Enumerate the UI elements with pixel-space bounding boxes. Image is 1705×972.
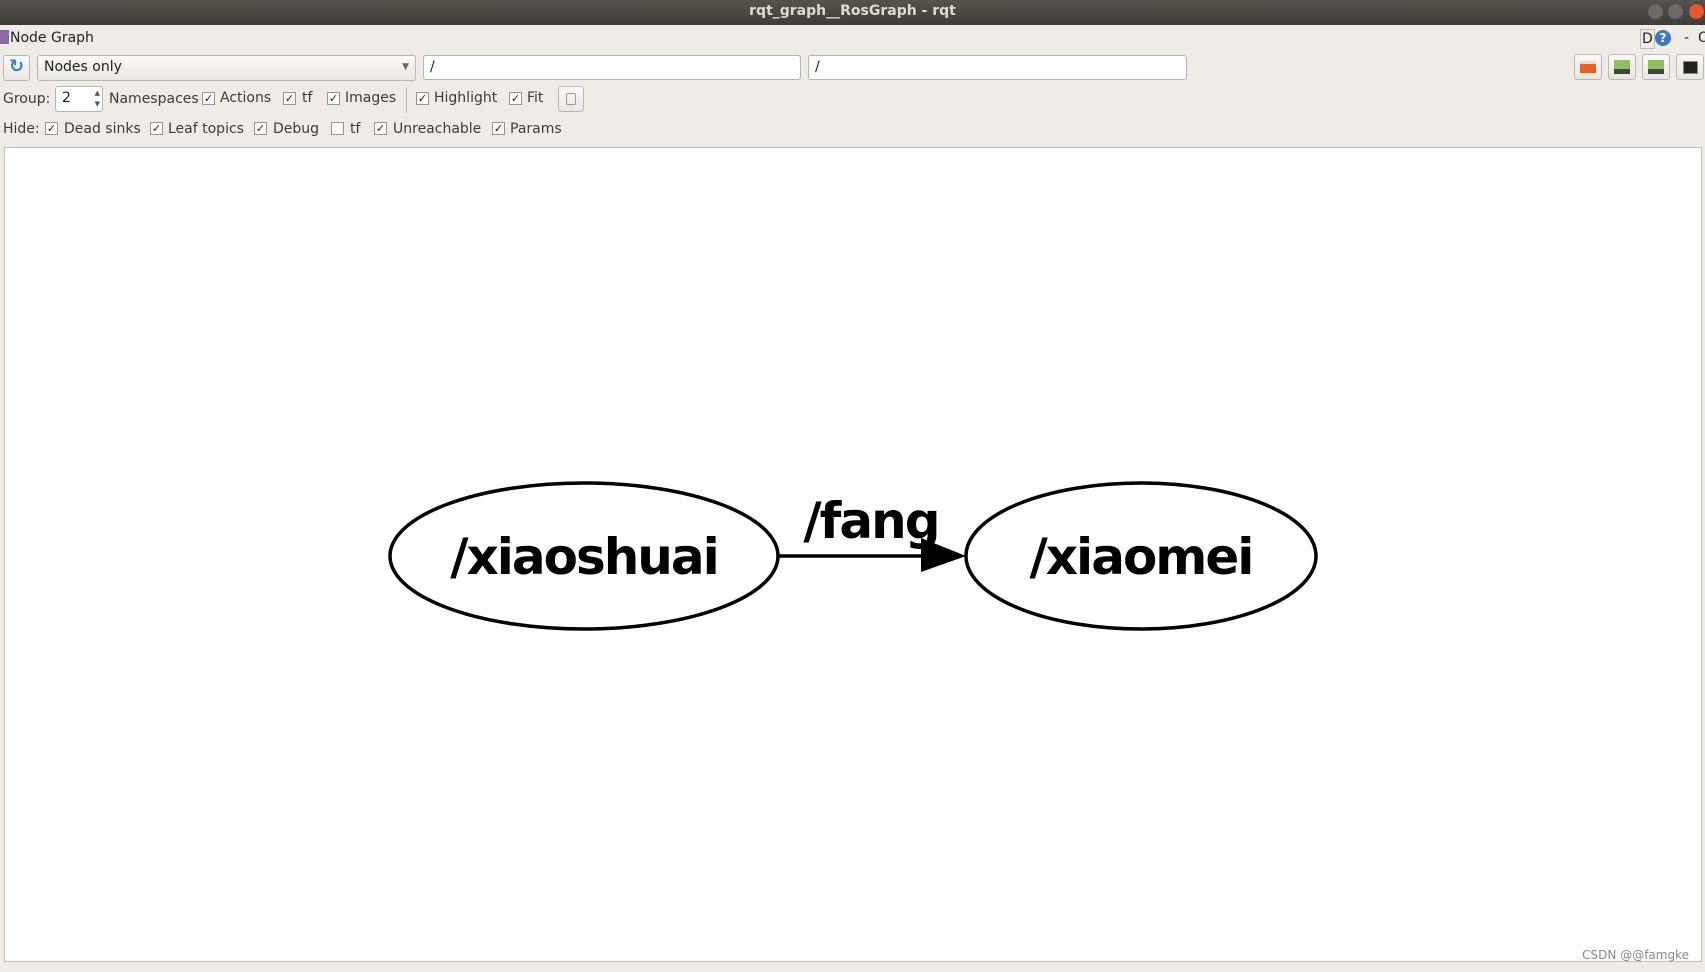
node-label-xiaoshuai: /xiaoshuai <box>450 528 718 586</box>
close-plugin-button[interactable]: O <box>1698 29 1705 47</box>
edge-label-topic[interactable]: /fang <box>803 492 940 550</box>
node-label-xiaomei: /xiaomei <box>1030 528 1253 586</box>
graph-canvas[interactable]: /xiaoshuai /xiaomei /fang <box>4 147 1702 962</box>
graph-svg: /xiaoshuai /xiaomei /fang <box>388 481 1318 631</box>
watermark: CSDN @@famgke <box>1582 948 1689 962</box>
